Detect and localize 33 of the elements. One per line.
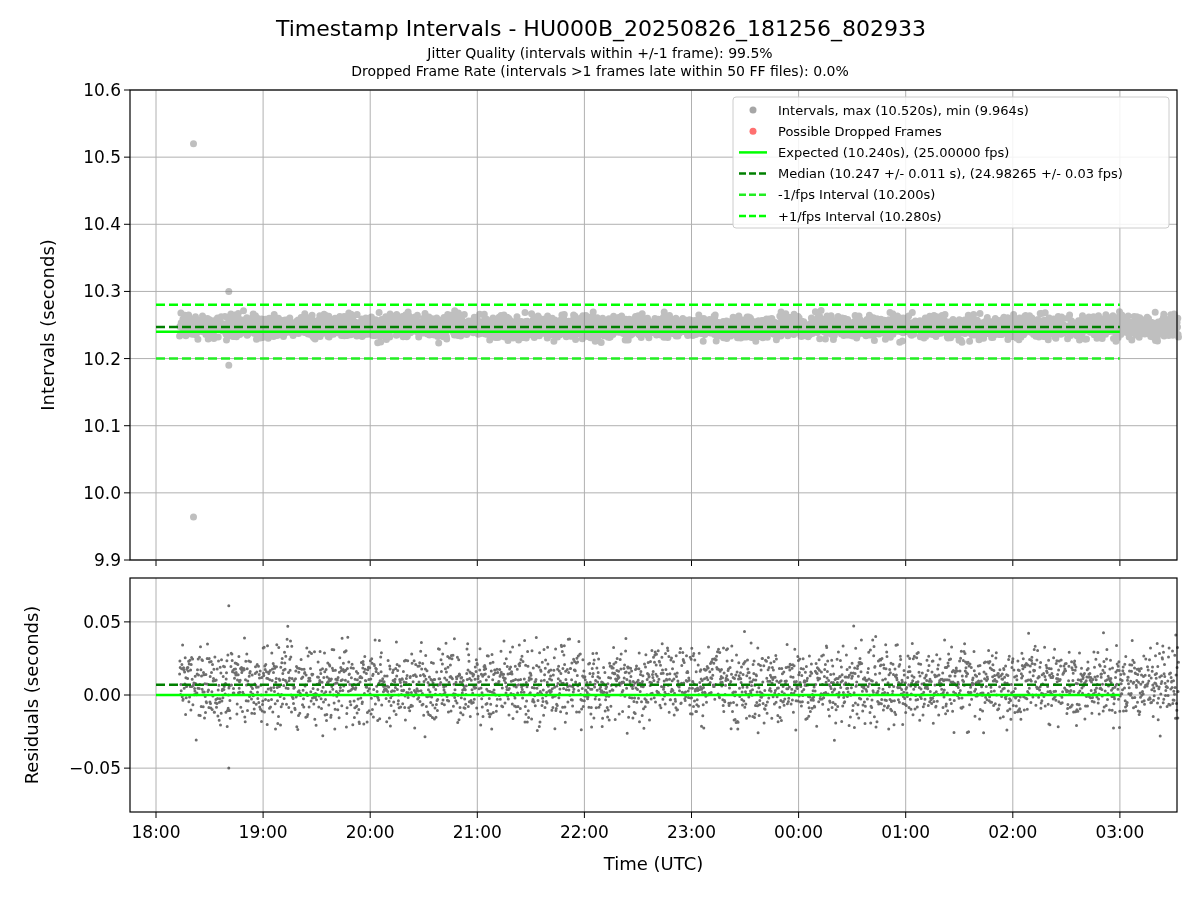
- y-tick-label: 10.6: [83, 80, 121, 100]
- chart-title: Timestamp Intervals - HU000B_20250826_181256_802933: [274, 15, 927, 44]
- y-tick-label: 0.05: [83, 611, 121, 632]
- y-tick-label: 10.0: [83, 482, 121, 503]
- x-tick-label: 01:00: [881, 822, 931, 842]
- x-tick-label: 20:00: [345, 822, 395, 842]
- x-tick-label: 00:00: [774, 822, 824, 842]
- chart-subtitle: Dropped Frame Rate (intervals >1 frames late within 50 FF files): 0.0%: [351, 62, 849, 80]
- legend-label: -1/fps Interval (10.200s): [778, 187, 936, 203]
- legend-label: Median (10.247 +/- 0.011 s), (24.98265 +/- 0.03 fps): [778, 166, 1123, 182]
- y-tick-label: 10.4: [83, 214, 121, 235]
- x-tick-label: 03:00: [1095, 822, 1145, 842]
- chart-subtitle: Jitter Quality (intervals within +/-1 frame): 99.5%: [427, 44, 773, 62]
- y-tick-label: 10.5: [83, 147, 121, 168]
- legend-label: Possible Dropped Frames: [778, 123, 942, 139]
- x-tick-label: 23:00: [667, 822, 716, 842]
- y-tick-label: 9.9: [93, 550, 121, 570]
- legend-label: +1/fps Interval (10.280s): [778, 208, 942, 224]
- legend-label: Expected (10.240s), (25.00000 fps): [778, 144, 1010, 160]
- y-tick-label: 10.2: [83, 348, 121, 369]
- y-tick-label: 10.1: [83, 415, 121, 436]
- y-axis-label: Residuals (seconds): [21, 605, 42, 785]
- x-tick-label: 21:00: [452, 822, 502, 842]
- y-tick-label: 0.00: [83, 685, 121, 705]
- y-tick-label: −0.05: [68, 758, 121, 779]
- x-axis-label: Time (UTC): [603, 853, 704, 874]
- y-axis-label: Intervals (seconds): [37, 239, 58, 411]
- y-tick-label: 10.3: [83, 281, 121, 302]
- x-tick-label: 19:00: [238, 822, 288, 842]
- x-tick-label: 18:00: [131, 822, 181, 842]
- x-tick-label: 22:00: [559, 822, 609, 842]
- x-tick-label: 02:00: [988, 822, 1038, 842]
- legend-label: Intervals, max (10.520s), min (9.964s): [778, 102, 1029, 118]
